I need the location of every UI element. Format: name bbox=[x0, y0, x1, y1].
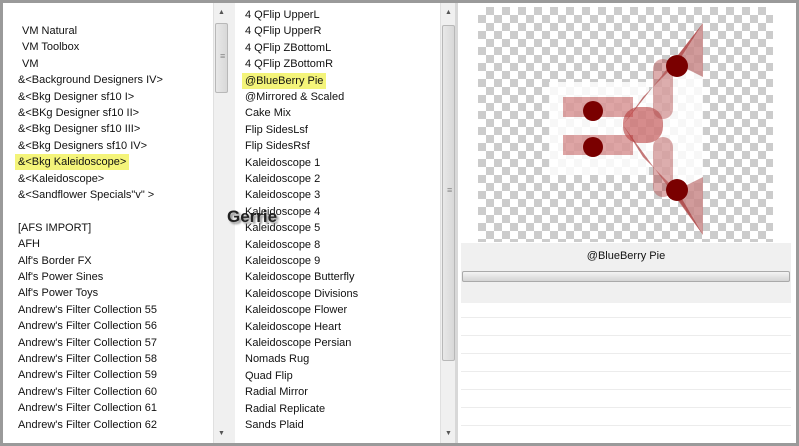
list-item[interactable]: Andrew's Filter Collection 59 bbox=[15, 367, 160, 383]
preview-panel: @BlueBerry Pie bbox=[458, 3, 794, 443]
filter-list-scrollbar[interactable]: ▲ ≡ ▼ bbox=[440, 3, 456, 443]
list-item[interactable]: Alf's Power Sines bbox=[15, 269, 106, 285]
parameter-row bbox=[461, 389, 791, 390]
list-item[interactable]: &<Bkg Designer sf10 I> bbox=[15, 89, 137, 105]
list-item[interactable]: &<Bkg Kaleidoscope> bbox=[15, 154, 130, 171]
list-item[interactable]: 4 QFlip ZBottomR bbox=[242, 56, 336, 72]
list-item[interactable]: Andrew's Filter Collection 60 bbox=[15, 384, 160, 400]
list-item[interactable]: Andrew's Filter Collection 55 bbox=[15, 302, 160, 318]
list-item[interactable]: @Mirrored & Scaled bbox=[242, 89, 347, 105]
list-item[interactable]: Radial Replicate bbox=[242, 401, 328, 417]
list-item[interactable]: &<Bkg Designer sf10 III> bbox=[15, 121, 143, 137]
filter-dialog: VM Natural VM Toolbox VM &<Background Desig… bbox=[0, 0, 799, 446]
list-item[interactable]: Kaleidoscope 8 bbox=[242, 237, 323, 253]
list-item[interactable]: Flip SidesLsf bbox=[242, 122, 311, 138]
list-item[interactable]: Andrew's Filter Collection 56 bbox=[15, 318, 160, 334]
list-item[interactable]: Kaleidoscope 9 bbox=[242, 253, 323, 269]
scroll-down-arrow-icon[interactable]: ▼ bbox=[214, 430, 229, 437]
list-item[interactable]: Kaleidoscope Butterfly bbox=[242, 269, 357, 285]
list-item[interactable]: Alf's Power Toys bbox=[15, 285, 101, 301]
list-item[interactable]: 4 QFlip UpperL bbox=[242, 7, 323, 23]
list-item[interactable]: Nomads Rug bbox=[242, 351, 312, 367]
selected-filter-name: @BlueBerry Pie bbox=[586, 250, 666, 262]
parameter-slider[interactable] bbox=[462, 271, 790, 282]
scroll-down-arrow-icon[interactable]: ▼ bbox=[441, 430, 456, 437]
list-item[interactable]: Radial Mirror bbox=[242, 384, 311, 400]
list-item[interactable]: @BlueBerry Pie bbox=[242, 72, 327, 89]
parameter-row bbox=[461, 353, 791, 354]
parameter-row bbox=[461, 317, 791, 318]
parameter-row bbox=[461, 407, 791, 408]
list-item[interactable]: Andrew's Filter Collection 61 bbox=[15, 400, 160, 416]
list-item[interactable]: Kaleidoscope 3 bbox=[242, 187, 323, 203]
list-item[interactable]: &<Bkg Designers sf10 IV> bbox=[15, 138, 150, 154]
list-item[interactable]: 4 QFlip ZBottomL bbox=[242, 40, 334, 56]
list-item[interactable]: 4 QFlip UpperR bbox=[242, 23, 324, 39]
category-list[interactable]: VM Natural VM Toolbox VM &<Background Desig… bbox=[3, 3, 213, 443]
list-item[interactable]: Sands Plaid bbox=[242, 417, 307, 433]
list-item[interactable]: &<Kaleidoscope> bbox=[15, 171, 107, 187]
list-item[interactable]: Kaleidoscope 2 bbox=[242, 171, 323, 187]
watermark: Gerrie bbox=[227, 207, 278, 226]
list-item[interactable]: Kaleidoscope Flower bbox=[242, 302, 350, 318]
parameter-row bbox=[461, 425, 791, 426]
list-item[interactable]: Andrew's Filter Collection 62 bbox=[15, 417, 160, 433]
parameter-row bbox=[461, 335, 791, 336]
list-item[interactable]: Kaleidoscope Divisions bbox=[242, 286, 361, 302]
list-item[interactable]: [AFS IMPORT] bbox=[15, 220, 94, 236]
list-item[interactable]: VM Natural bbox=[19, 23, 80, 39]
list-item[interactable]: Kaleidoscope Persian bbox=[242, 335, 354, 351]
list-item[interactable]: Kaleidoscope Heart bbox=[242, 319, 344, 335]
list-item[interactable]: Alf's Border FX bbox=[15, 253, 95, 269]
list-item[interactable]: Kaleidoscope 1 bbox=[242, 155, 323, 171]
list-item[interactable]: Andrew's Filter Collection 57 bbox=[15, 335, 160, 351]
list-item[interactable]: AFH bbox=[15, 236, 43, 252]
scroll-up-arrow-icon[interactable]: ▲ bbox=[214, 9, 229, 16]
list-item[interactable]: Flip SidesRsf bbox=[242, 138, 313, 154]
scroll-thumb[interactable]: ≡ bbox=[442, 25, 455, 361]
preview-image bbox=[478, 7, 773, 242]
scroll-thumb[interactable]: ≡ bbox=[215, 23, 228, 93]
list-item[interactable]: VM Toolbox bbox=[19, 39, 82, 55]
scroll-up-arrow-icon[interactable]: ▲ bbox=[441, 9, 456, 16]
list-item[interactable]: VM bbox=[19, 56, 42, 72]
parameter-row bbox=[461, 371, 791, 372]
filter-name-bar: @BlueBerry Pie bbox=[461, 243, 791, 303]
list-item[interactable]: &<BKg Designer sf10 II> bbox=[15, 105, 142, 121]
list-item[interactable]: Quad Flip bbox=[242, 368, 296, 384]
list-item[interactable]: &<Background Designers IV> bbox=[15, 72, 166, 88]
list-item[interactable]: Cake Mix bbox=[242, 105, 294, 121]
list-item[interactable]: Andrew's Filter Collection 58 bbox=[15, 351, 160, 367]
list-item[interactable]: &<Sandflower Specials"v" > bbox=[15, 187, 157, 203]
